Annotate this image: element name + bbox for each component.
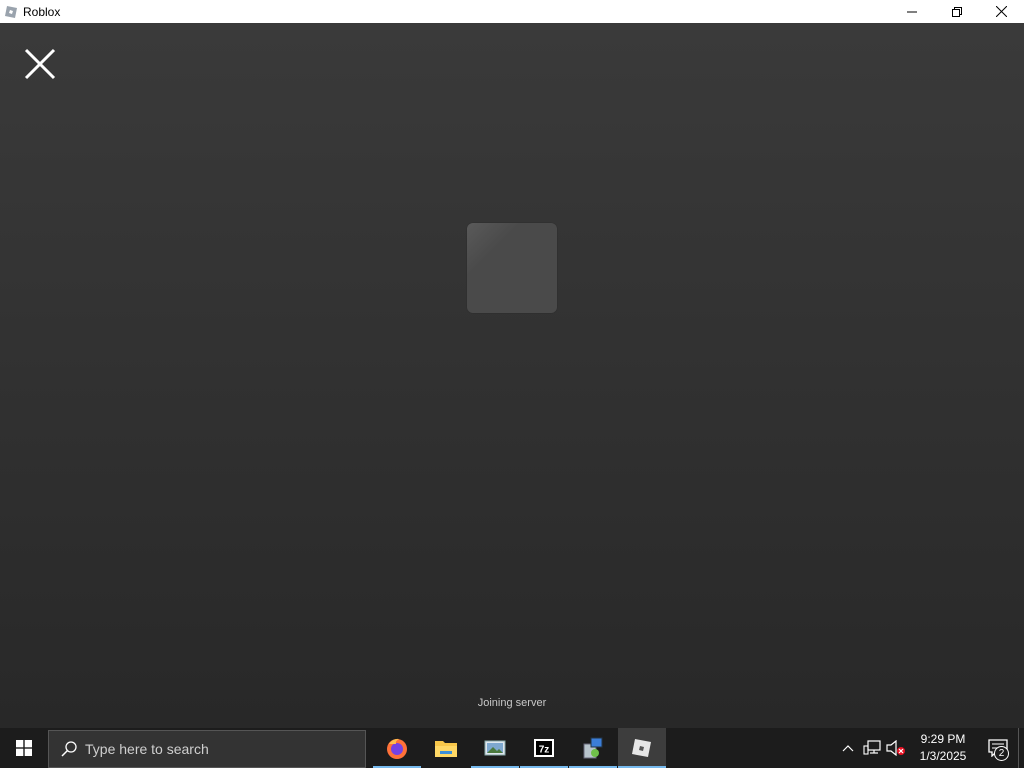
taskbar-installer[interactable] — [569, 728, 617, 768]
search-placeholder: Type here to search — [85, 740, 209, 757]
notification-count-badge: 2 — [994, 746, 1009, 761]
roblox-window: Roblox Joining server — [0, 0, 1024, 728]
7zip-icon: 7z — [534, 739, 554, 757]
windows-start-icon[interactable] — [0, 728, 48, 768]
game-thumbnail-placeholder — [467, 223, 557, 313]
taskbar-roblox[interactable] — [618, 728, 666, 768]
taskbar-clock[interactable]: 9:29 PM 1/3/2025 — [908, 728, 978, 768]
roblox-icon — [632, 739, 651, 757]
restore-button[interactable] — [934, 0, 979, 23]
taskbar: Type here to search 7z 9:29 PM 1/3/2025 … — [0, 728, 1024, 768]
taskbar-file-explorer[interactable] — [422, 728, 470, 768]
taskbar-7zip[interactable]: 7z — [520, 728, 568, 768]
title-bar[interactable]: Roblox — [0, 0, 1024, 23]
taskbar-firefox[interactable] — [373, 728, 421, 768]
close-icon[interactable] — [22, 46, 58, 82]
taskbar-apps: 7z — [373, 728, 667, 768]
search-icon — [61, 740, 77, 757]
taskbar-search-box[interactable]: Type here to search — [48, 729, 366, 768]
taskbar-photo-viewer[interactable] — [471, 728, 519, 768]
minimize-button[interactable] — [889, 0, 934, 23]
file-explorer-icon — [435, 741, 457, 757]
photo-viewer-icon — [484, 740, 506, 756]
loading-status-text: Joining server — [477, 697, 547, 709]
volume-muted-icon[interactable] — [884, 728, 908, 768]
roblox-app-icon — [4, 5, 18, 19]
chevron-up-icon[interactable] — [836, 728, 860, 768]
firefox-icon — [387, 738, 407, 759]
game-loading-screen: Joining server — [0, 23, 1024, 728]
window-title: Roblox — [23, 4, 61, 19]
installer-icon — [583, 737, 603, 759]
clock-date: 1/3/2025 — [919, 749, 967, 763]
svg-text:7z: 7z — [539, 745, 550, 756]
system-tray: 9:29 PM 1/3/2025 2 — [836, 728, 1024, 768]
show-desktop-button[interactable] — [1018, 728, 1024, 768]
window-controls — [889, 0, 1024, 23]
close-window-button[interactable] — [979, 0, 1024, 23]
action-center-button[interactable]: 2 — [978, 728, 1018, 768]
clock-time: 9:29 PM — [920, 732, 966, 746]
network-icon[interactable] — [860, 728, 884, 768]
